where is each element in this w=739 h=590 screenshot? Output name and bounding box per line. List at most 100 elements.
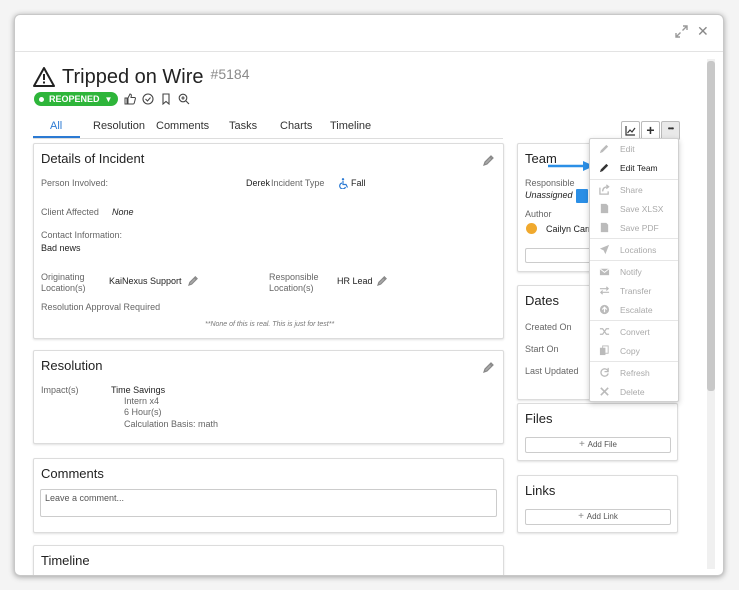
more-options-menu: Edit Edit Team Share Save XLSX Save PDF … [589,138,679,402]
menu-item-convert[interactable]: Convert [590,324,678,340]
menu-item-label: Edit [620,144,635,154]
menu-item-notify[interactable]: Notify [590,264,678,280]
menu-item-delete[interactable]: Delete [590,384,678,400]
comment-input[interactable]: Leave a comment... [40,489,497,517]
menu-item-label: Share [620,185,643,195]
line-chart-icon [625,126,636,136]
links-card: Links + Add Link [517,475,678,533]
copy-icon [599,345,609,356]
bookmark-icon[interactable] [160,93,172,105]
team-responsible-value: Unassigned [525,190,573,200]
incident-type-value: Fall [351,178,366,188]
tab-timeline[interactable]: Timeline [330,120,371,132]
item-id: #5184 [210,66,250,82]
active-tab-indicator [33,136,80,138]
pencil-icon[interactable] [483,361,495,373]
pencil-icon [599,144,609,154]
pencil-icon[interactable] [377,275,388,286]
timeline-title: Timeline [41,553,90,568]
menu-divider [590,179,678,180]
transfer-arrows-icon [599,286,610,295]
links-title: Links [525,483,556,498]
menu-item-copy[interactable]: Copy [590,343,678,359]
menu-item-label: Escalate [620,305,653,315]
menu-item-edit-team[interactable]: Edit Team [590,160,678,176]
page-title: Tripped on Wire [62,65,204,88]
responsible-loc-label-line1: Responsible [269,272,319,282]
originating-label-line1: Originating [41,272,85,282]
person-involved-value: Derek [246,178,271,188]
excel-file-icon [600,203,609,214]
tab-comments[interactable]: Comments [156,120,209,132]
start-on-label: Start On [525,344,559,354]
status-badge[interactable]: REOPENED ▼ [34,92,119,106]
contact-info-value: Bad news [41,243,81,253]
pencil-icon[interactable] [188,275,199,286]
menu-item-label: Convert [620,327,650,337]
menu-item-save-xlsx[interactable]: Save XLSX [590,201,678,217]
pdf-file-icon [600,222,609,233]
menu-item-save-pdf[interactable]: Save PDF [590,220,678,236]
team-responsible-label: Responsible [525,178,575,188]
menu-item-locations[interactable]: Locations [590,242,678,258]
scrollbar-thumb[interactable] [707,61,715,391]
menu-divider [590,238,678,239]
menu-item-label: Delete [620,387,645,397]
comment-placeholder: Leave a comment... [45,493,125,503]
incident-type-label: Incident Type [271,178,325,188]
resolution-card: Resolution Impact(s) Time Savings Intern… [33,350,504,444]
add-team-member-button[interactable] [525,248,596,263]
add-link-label: Add Link [586,512,618,521]
check-circle-icon[interactable] [142,93,154,105]
plus-icon: + [579,439,588,450]
add-file-button[interactable]: + Add File [525,437,671,453]
responsible-loc-label-line2: Location(s) [269,283,314,293]
refresh-icon [600,367,609,377]
menu-item-label: Save PDF [620,223,659,233]
details-card: Details of Incident Person Involved: Der… [33,143,504,339]
dates-title: Dates [525,293,559,308]
details-title: Details of Incident [41,151,145,166]
timeline-card: Timeline [33,545,504,575]
comments-title: Comments [41,466,104,481]
shuffle-icon [599,328,610,335]
tab-charts[interactable]: Charts [280,120,312,132]
arrow-up-circle-icon [599,304,610,315]
tab-tasks[interactable]: Tasks [229,120,257,132]
client-affected-label: Client Affected [41,207,99,217]
assign-button[interactable] [576,189,588,203]
avatar [526,223,537,234]
originating-value: KaiNexus Support [109,276,182,286]
menu-item-edit[interactable]: Edit [590,141,678,157]
tab-bar: All Resolution Comments Tasks Charts Tim… [33,120,503,139]
envelope-icon [599,268,610,276]
zoom-in-icon[interactable] [178,93,190,105]
close-x-icon[interactable]: ✕ [697,23,709,40]
tab-all[interactable]: All [50,120,62,132]
menu-item-refresh[interactable]: Refresh [590,365,678,381]
pencil-icon[interactable] [483,154,495,166]
files-title: Files [525,411,553,426]
menu-item-escalate[interactable]: Escalate [590,302,678,318]
menu-item-label: Copy [620,346,640,356]
menu-item-label: Edit Team [620,163,658,173]
warning-triangle-icon [33,67,55,87]
menu-item-transfer[interactable]: Transfer [590,283,678,299]
wheelchair-icon [339,178,349,189]
window-title-bar: ✕ [15,15,723,52]
resolution-title: Resolution [41,358,103,373]
share-icon [599,184,610,195]
impact-line: Calculation Basis: math [124,419,219,429]
chevron-down-icon: ▼ [104,94,113,104]
item-window: ✕ Tripped on Wire #5184 REOPENED ▼ All R… [14,14,724,576]
menu-item-share[interactable]: Share [590,182,678,198]
author-label: Author [525,209,552,219]
approval-label: Resolution Approval Required [41,302,161,312]
plus-icon: + [578,511,587,522]
person-involved-label: Person Involved: [41,178,109,188]
expand-arrows-icon[interactable] [675,25,688,42]
tab-resolution[interactable]: Resolution [93,120,145,132]
add-file-label: Add File [587,440,617,449]
add-link-button[interactable]: + Add Link [525,509,671,525]
thumbs-up-icon[interactable] [124,93,137,105]
